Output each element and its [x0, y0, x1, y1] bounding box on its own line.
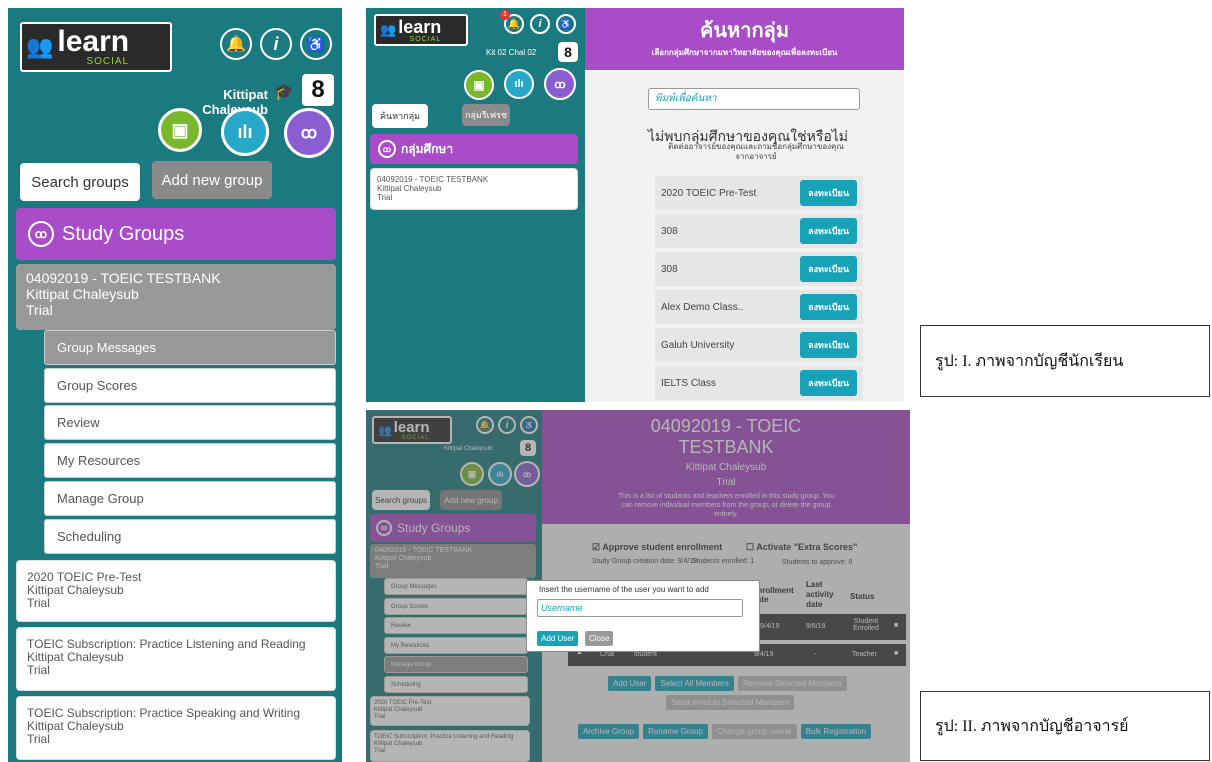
- register-button[interactable]: ลงทะเบียน: [800, 180, 857, 206]
- search-groups-button[interactable]: Search groups: [20, 163, 140, 201]
- logo: 👥 learn SOCIAL: [374, 14, 468, 46]
- accessibility-icon[interactable]: ♿: [300, 28, 332, 60]
- page-title: ค้นหากลุ่ม: [699, 20, 789, 42]
- bell-icon[interactable]: 🔔: [220, 28, 252, 60]
- add-user-modal: Insert the username of the user you want…: [526, 580, 760, 652]
- group-name: 04092019 - TOEIC TESTBANK: [26, 270, 221, 286]
- logo-people-icon: 👥: [26, 34, 54, 59]
- group-plan: Trial: [27, 732, 50, 746]
- group-name: 308: [661, 225, 678, 237]
- group-name: Galuh University: [661, 339, 735, 351]
- group-name: 2020 TOEIC Pre-Test: [661, 187, 757, 199]
- panel-student-app: 👥 learn SOCIAL 🔔 i ♿ Kittipat Chaleysub …: [8, 8, 342, 762]
- group-plan: Trial: [26, 302, 53, 318]
- logo-text: learn: [57, 25, 130, 58]
- group-row: Alex Demo Class.. ลงทะเบียน: [655, 290, 863, 324]
- panel-teacher-manage: 👥 learn SOCIAL 🔔 i ♿ Kittipat Chaleysub …: [366, 410, 910, 762]
- register-button[interactable]: ลงทะเบียน: [800, 256, 857, 282]
- group-name: 308: [661, 263, 678, 275]
- study-groups-title: Study Groups: [62, 222, 185, 245]
- study-groups-icon: ꝏ: [378, 140, 396, 158]
- info-icon[interactable]: i: [530, 14, 550, 34]
- study-groups-header: ꝏ กลุ่มศึกษา: [370, 134, 578, 164]
- register-button[interactable]: ลงทะเบียน: [800, 332, 857, 358]
- scores-icon-button[interactable]: ılı: [504, 69, 534, 99]
- modal-title: Insert the username of the user you want…: [539, 585, 709, 594]
- search-header: ค้นหากลุ่ม เลือกกลุ่มศึกษาจากมหาวิทยาลัย…: [585, 8, 904, 70]
- graduation-cap-icon: 🎓: [274, 84, 294, 101]
- caption-student: รูป: I. ภาพจากบัญชีนักเรียน: [920, 325, 1210, 397]
- caption-teacher-text: รูป: II. ภาพจากบัญชีอาจารย์: [935, 717, 1129, 735]
- search-groups-button[interactable]: ค้นหากลุ่ม: [372, 104, 428, 128]
- study-groups-header: ꝏ Study Groups: [16, 208, 336, 260]
- group-owner: Kittipat Chaleysub: [27, 719, 124, 733]
- group-plan: Trial: [377, 193, 393, 202]
- modal-add-user-button[interactable]: Add User: [537, 631, 579, 646]
- logo: 👥 learn SOCIAL: [20, 22, 172, 72]
- search-input[interactable]: พิมพ์เพื่อค้นหา: [648, 88, 860, 110]
- page-subtitle: เลือกกลุ่มศึกษาจากมหาวิทยาลัยของคุณเพื่อ…: [651, 48, 838, 57]
- groups-icon-button[interactable]: ▣: [158, 108, 202, 152]
- register-button[interactable]: ลงทะเบียน: [800, 218, 857, 244]
- register-button[interactable]: ลงทะเบียน: [800, 370, 857, 396]
- avatar[interactable]: 8: [302, 74, 334, 106]
- modal-close-button[interactable]: Close: [585, 631, 614, 646]
- group-card[interactable]: TOEIC Subscription: Practice Listening a…: [16, 627, 336, 691]
- groups-icon-button[interactable]: ▣: [464, 70, 494, 100]
- username-input[interactable]: Username: [537, 599, 743, 617]
- study-groups-title: กลุ่มศึกษา: [401, 141, 454, 156]
- user-name: Kit 02 Chal 02: [486, 48, 537, 57]
- submenu-group-scores[interactable]: Group Scores: [44, 368, 336, 403]
- group-owner: Kittipat Chaleysub: [377, 184, 442, 193]
- group-card[interactable]: TOEIC Subscription: Practice Speaking an…: [16, 696, 336, 760]
- group-name: IELTS Class: [661, 377, 716, 389]
- group-card[interactable]: 04092019 - TOEIC TESTBANK Kittipat Chale…: [370, 168, 578, 210]
- group-owner: Kittipat Chaleysub: [27, 583, 124, 597]
- logo-sub: SOCIAL: [86, 56, 130, 67]
- group-owner: Kittipat Chaleysub: [26, 286, 139, 302]
- group-row: 308 ลงทะเบียน: [655, 252, 863, 286]
- info-icon[interactable]: i: [260, 28, 292, 60]
- sidebar: 👥 learn SOCIAL 🔔 1 i ♿ Kit 02 Chal 02 8 …: [366, 8, 585, 402]
- group-name: Alex Demo Class..: [661, 301, 744, 313]
- notification-badge: 1: [500, 10, 510, 20]
- logo-sub: SOCIAL: [409, 35, 442, 43]
- group-row: 308 ลงทะเบียน: [655, 214, 863, 248]
- group-owner: Kittipat Chaleysub: [27, 650, 124, 664]
- add-new-group-button[interactable]: Add new group: [152, 161, 272, 199]
- group-row: Galuh University ลงทะเบียน: [655, 328, 863, 362]
- group-plan: Trial: [27, 663, 50, 677]
- study-groups-icon: ꝏ: [28, 221, 54, 247]
- study-groups-icon-button[interactable]: ꝏ: [284, 108, 334, 158]
- avatar[interactable]: 8: [558, 42, 578, 62]
- scores-icon-button[interactable]: ılı: [221, 108, 269, 156]
- group-card[interactable]: 2020 TOEIC Pre-Test Kittipat Chaleysub T…: [16, 560, 336, 622]
- active-group-card[interactable]: 04092019 - TOEIC TESTBANK Kittipat Chale…: [16, 264, 336, 330]
- study-groups-icon-button[interactable]: ꝏ: [544, 68, 576, 100]
- accessibility-icon[interactable]: ♿: [556, 14, 576, 34]
- group-row: IELTS Class ลงทะเบียน: [655, 366, 863, 400]
- notfound-subtitle: ติดต่ออาจารย์ของคุณและถามชื่อกลุ่มศึกษาข…: [668, 142, 844, 161]
- caption-student-text: รูป: I. ภาพจากบัญชีนักเรียน: [935, 352, 1124, 370]
- logo-people-icon: 👥: [380, 22, 397, 37]
- caption-teacher: รูป: II. ภาพจากบัญชีอาจารย์: [920, 691, 1210, 761]
- group-name: 04092019 - TOEIC TESTBANK: [377, 175, 489, 184]
- submenu-group-messages[interactable]: Group Messages: [44, 330, 336, 365]
- register-button[interactable]: ลงทะเบียน: [800, 294, 857, 320]
- refresh-groups-button[interactable]: กลุ่มรีเฟรช: [462, 104, 510, 126]
- username-placeholder: Username: [541, 603, 583, 613]
- submenu-scheduling[interactable]: Scheduling: [44, 519, 336, 554]
- submenu-my-resources[interactable]: My Resources: [44, 443, 336, 478]
- logo-text: learn: [398, 16, 442, 37]
- group-plan: Trial: [27, 596, 50, 610]
- panel-student-search: 👥 learn SOCIAL 🔔 1 i ♿ Kit 02 Chal 02 8 …: [366, 8, 904, 402]
- search-placeholder: พิมพ์เพื่อค้นหา: [655, 93, 717, 104]
- submenu-review[interactable]: Review: [44, 405, 336, 440]
- submenu-manage-group[interactable]: Manage Group: [44, 481, 336, 516]
- group-row: 2020 TOEIC Pre-Test ลงทะเบียน: [655, 176, 863, 210]
